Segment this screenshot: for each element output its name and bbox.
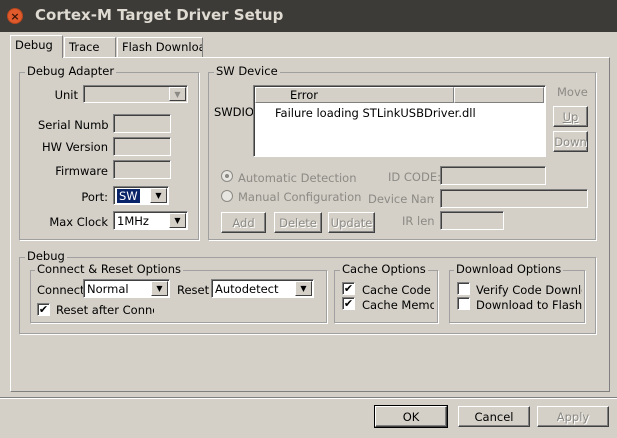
device-name-field xyxy=(440,189,588,208)
port-value: SW xyxy=(116,188,141,204)
ok-button[interactable]: OK xyxy=(374,405,448,428)
hw-version-label: HW Version xyxy=(42,140,108,154)
max-clock-value: 1MHz xyxy=(117,214,149,228)
tab-flash-download-label: Flash Download xyxy=(122,40,202,54)
device-name-label: Device Name xyxy=(368,192,434,206)
tab-debug-label: Debug xyxy=(15,38,53,52)
reset-select[interactable]: Autodetect ▼ xyxy=(211,279,314,298)
unit-select[interactable]: ▼ xyxy=(83,85,188,103)
unit-label: Unit xyxy=(54,88,78,102)
delete-button[interactable]: Delete xyxy=(274,212,322,233)
chevron-down-icon: ▼ xyxy=(151,281,168,296)
sw-device-title: SW Device xyxy=(214,64,280,78)
firmware-label: Firmware xyxy=(55,164,108,178)
max-clock-label: Max Clock xyxy=(49,215,108,229)
window-title: Cortex-M Target Driver Setup xyxy=(35,6,284,24)
id-code-field xyxy=(440,166,546,185)
max-clock-select[interactable]: 1MHz ▼ xyxy=(113,211,188,230)
tab-trace-label: Trace xyxy=(69,40,100,54)
download-to-flash-label: Download to Flash xyxy=(476,298,582,312)
chevron-down-icon: ▼ xyxy=(169,213,186,228)
move-label: Move xyxy=(557,85,588,99)
add-label: Add xyxy=(232,215,255,230)
ir-len-label: IR len xyxy=(402,214,435,228)
connect-reset-title: Connect & Reset Options xyxy=(35,262,183,276)
verify-code-download-label: Verify Code Download xyxy=(476,283,582,297)
tab-debug[interactable]: Debug xyxy=(10,35,63,58)
apply-label: Apply xyxy=(556,409,590,424)
cache-options-title: Cache Options xyxy=(340,262,428,276)
chevron-down-icon: ▼ xyxy=(295,281,312,296)
apply-button[interactable]: Apply xyxy=(537,406,609,427)
cancel-label: Cancel xyxy=(474,409,514,424)
move-down-label: Down xyxy=(554,134,587,149)
move-up-button[interactable]: Up xyxy=(553,106,588,127)
cache-code-label: Cache Code xyxy=(362,283,431,297)
hw-version-field xyxy=(113,137,171,156)
manual-configuration-label: Manual Configuration xyxy=(238,190,362,204)
connect-label: Connect xyxy=(37,283,85,297)
cache-memory-label: Cache Memory xyxy=(362,298,434,312)
check-icon: ✔ xyxy=(38,303,49,316)
reset-value: Autodetect xyxy=(215,282,279,296)
reset-after-connect-checkbox[interactable]: ✔ xyxy=(37,303,50,316)
port-label: Port: xyxy=(81,190,108,204)
column-header-error[interactable]: Error xyxy=(255,87,454,103)
download-options-title: Download Options xyxy=(454,262,564,276)
column-header-blank[interactable] xyxy=(454,87,544,103)
tab-trace[interactable]: Trace xyxy=(64,37,116,57)
serial-number-field xyxy=(113,114,171,133)
verify-code-download-checkbox[interactable] xyxy=(457,282,470,295)
check-icon: ✔ xyxy=(343,282,354,295)
reset-after-connect-label: Reset after Connect xyxy=(56,303,154,317)
delete-label: Delete xyxy=(279,215,317,230)
port-select[interactable]: SW ▼ xyxy=(113,186,169,205)
check-icon: ✔ xyxy=(343,297,354,310)
tab-flash-download[interactable]: Flash Download xyxy=(117,37,203,57)
connect-select[interactable]: Normal ▼ xyxy=(83,279,170,298)
move-up-label: Up xyxy=(562,109,579,124)
manual-configuration-radio[interactable] xyxy=(221,190,233,202)
id-code-label: ID CODE: xyxy=(388,170,441,184)
automatic-detection-radio[interactable] xyxy=(221,170,233,182)
update-button[interactable]: Update xyxy=(328,212,375,233)
cache-memory-checkbox[interactable]: ✔ xyxy=(342,297,355,310)
chevron-down-icon: ▼ xyxy=(169,87,186,101)
move-down-button[interactable]: Down xyxy=(553,131,588,152)
automatic-detection-label: Automatic Detection xyxy=(238,171,357,185)
ok-label: OK xyxy=(402,409,420,424)
add-button[interactable]: Add xyxy=(221,212,266,233)
connect-value: Normal xyxy=(87,282,129,296)
swdio-label: SWDIO xyxy=(214,105,254,119)
reset-label: Reset xyxy=(177,283,210,297)
update-label: Update xyxy=(330,215,373,230)
cache-code-checkbox[interactable]: ✔ xyxy=(342,282,355,295)
chevron-down-icon: ▼ xyxy=(150,188,167,203)
footer-separator xyxy=(0,397,617,399)
list-item[interactable]: Failure loading STLinkUSBDriver.dll xyxy=(275,106,543,120)
ir-len-field xyxy=(440,211,504,230)
serial-number-label: Serial Number xyxy=(38,118,108,132)
download-to-flash-checkbox[interactable] xyxy=(457,297,470,310)
close-window-button[interactable]: × xyxy=(7,8,23,24)
firmware-field xyxy=(113,160,171,179)
sw-device-list[interactable]: Error Failure loading STLinkUSBDriver.dl… xyxy=(253,85,546,157)
debug-adapter-title: Debug Adapter xyxy=(25,64,117,78)
close-icon: × xyxy=(10,9,20,23)
cancel-button[interactable]: Cancel xyxy=(458,406,530,427)
